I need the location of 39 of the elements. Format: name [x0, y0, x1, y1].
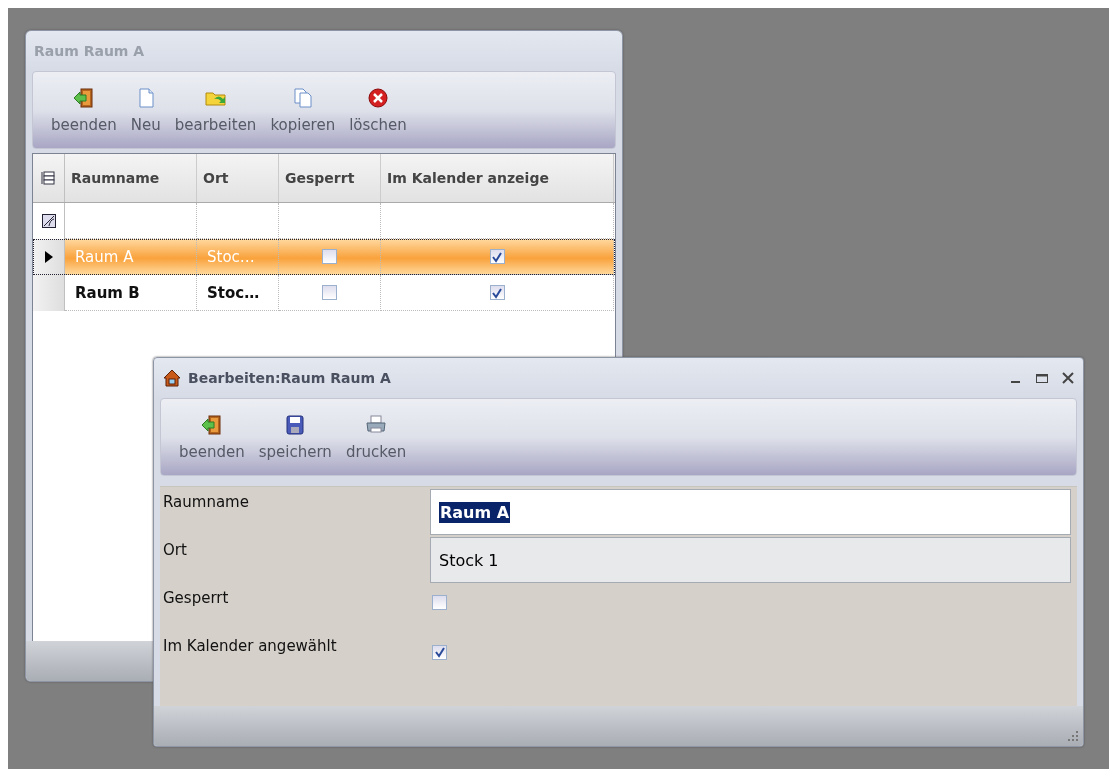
resize-grip-icon [1067, 730, 1079, 742]
toolbar-button[interactable]: kopieren [266, 80, 340, 140]
field-label: Raumname [162, 492, 250, 513]
field-label: Gesperrt [162, 588, 230, 609]
checkbox[interactable] [489, 249, 505, 264]
table-row[interactable]: Raum B Stoc… [33, 275, 615, 311]
table-cell: Raum B [65, 275, 197, 311]
toolbar-button[interactable]: beenden [47, 80, 121, 140]
column-header[interactable]: Gesperrt [279, 154, 381, 202]
column-header[interactable]: Ort [197, 154, 279, 202]
toolbar-button[interactable]: speichern [254, 407, 336, 467]
row-pointer-icon [44, 251, 53, 263]
table-cell: Raum A [65, 239, 197, 275]
window-title: Bearbeiten:Raum Raum A [188, 370, 391, 386]
table-cell: Stoc… [197, 275, 279, 311]
toolbar-button[interactable]: löschen [345, 80, 411, 140]
toolbar-button[interactable]: beenden [175, 407, 249, 467]
door-arrow-icon [199, 413, 224, 437]
delete-icon [366, 86, 391, 110]
house-icon [162, 368, 182, 388]
checkbox[interactable] [432, 644, 447, 660]
toolbar-button[interactable]: drucken [341, 407, 411, 467]
door-arrow-icon [71, 86, 96, 110]
table-cell: Stoc… [197, 239, 279, 275]
checkbox[interactable] [322, 249, 337, 264]
checkbox[interactable] [432, 595, 447, 610]
checkbox[interactable] [489, 285, 505, 300]
column-header[interactable]: Raumname [65, 154, 197, 202]
checkbox[interactable] [322, 285, 337, 300]
input-field[interactable]: Stock 1 [430, 537, 1071, 583]
toolbar-button[interactable]: Neu [126, 80, 165, 140]
column-header[interactable]: Im Kalender anzeige [381, 154, 614, 202]
input-field[interactable]: Raum A [430, 489, 1071, 535]
maximize-icon[interactable] [1035, 371, 1049, 385]
field-label: Ort [162, 540, 188, 561]
close-icon[interactable] [1061, 371, 1075, 385]
toolbar-button[interactable]: bearbeiten [170, 80, 261, 140]
window-title: Raum Raum A [33, 42, 146, 61]
field-label: Im Kalender angewählt [162, 636, 338, 657]
